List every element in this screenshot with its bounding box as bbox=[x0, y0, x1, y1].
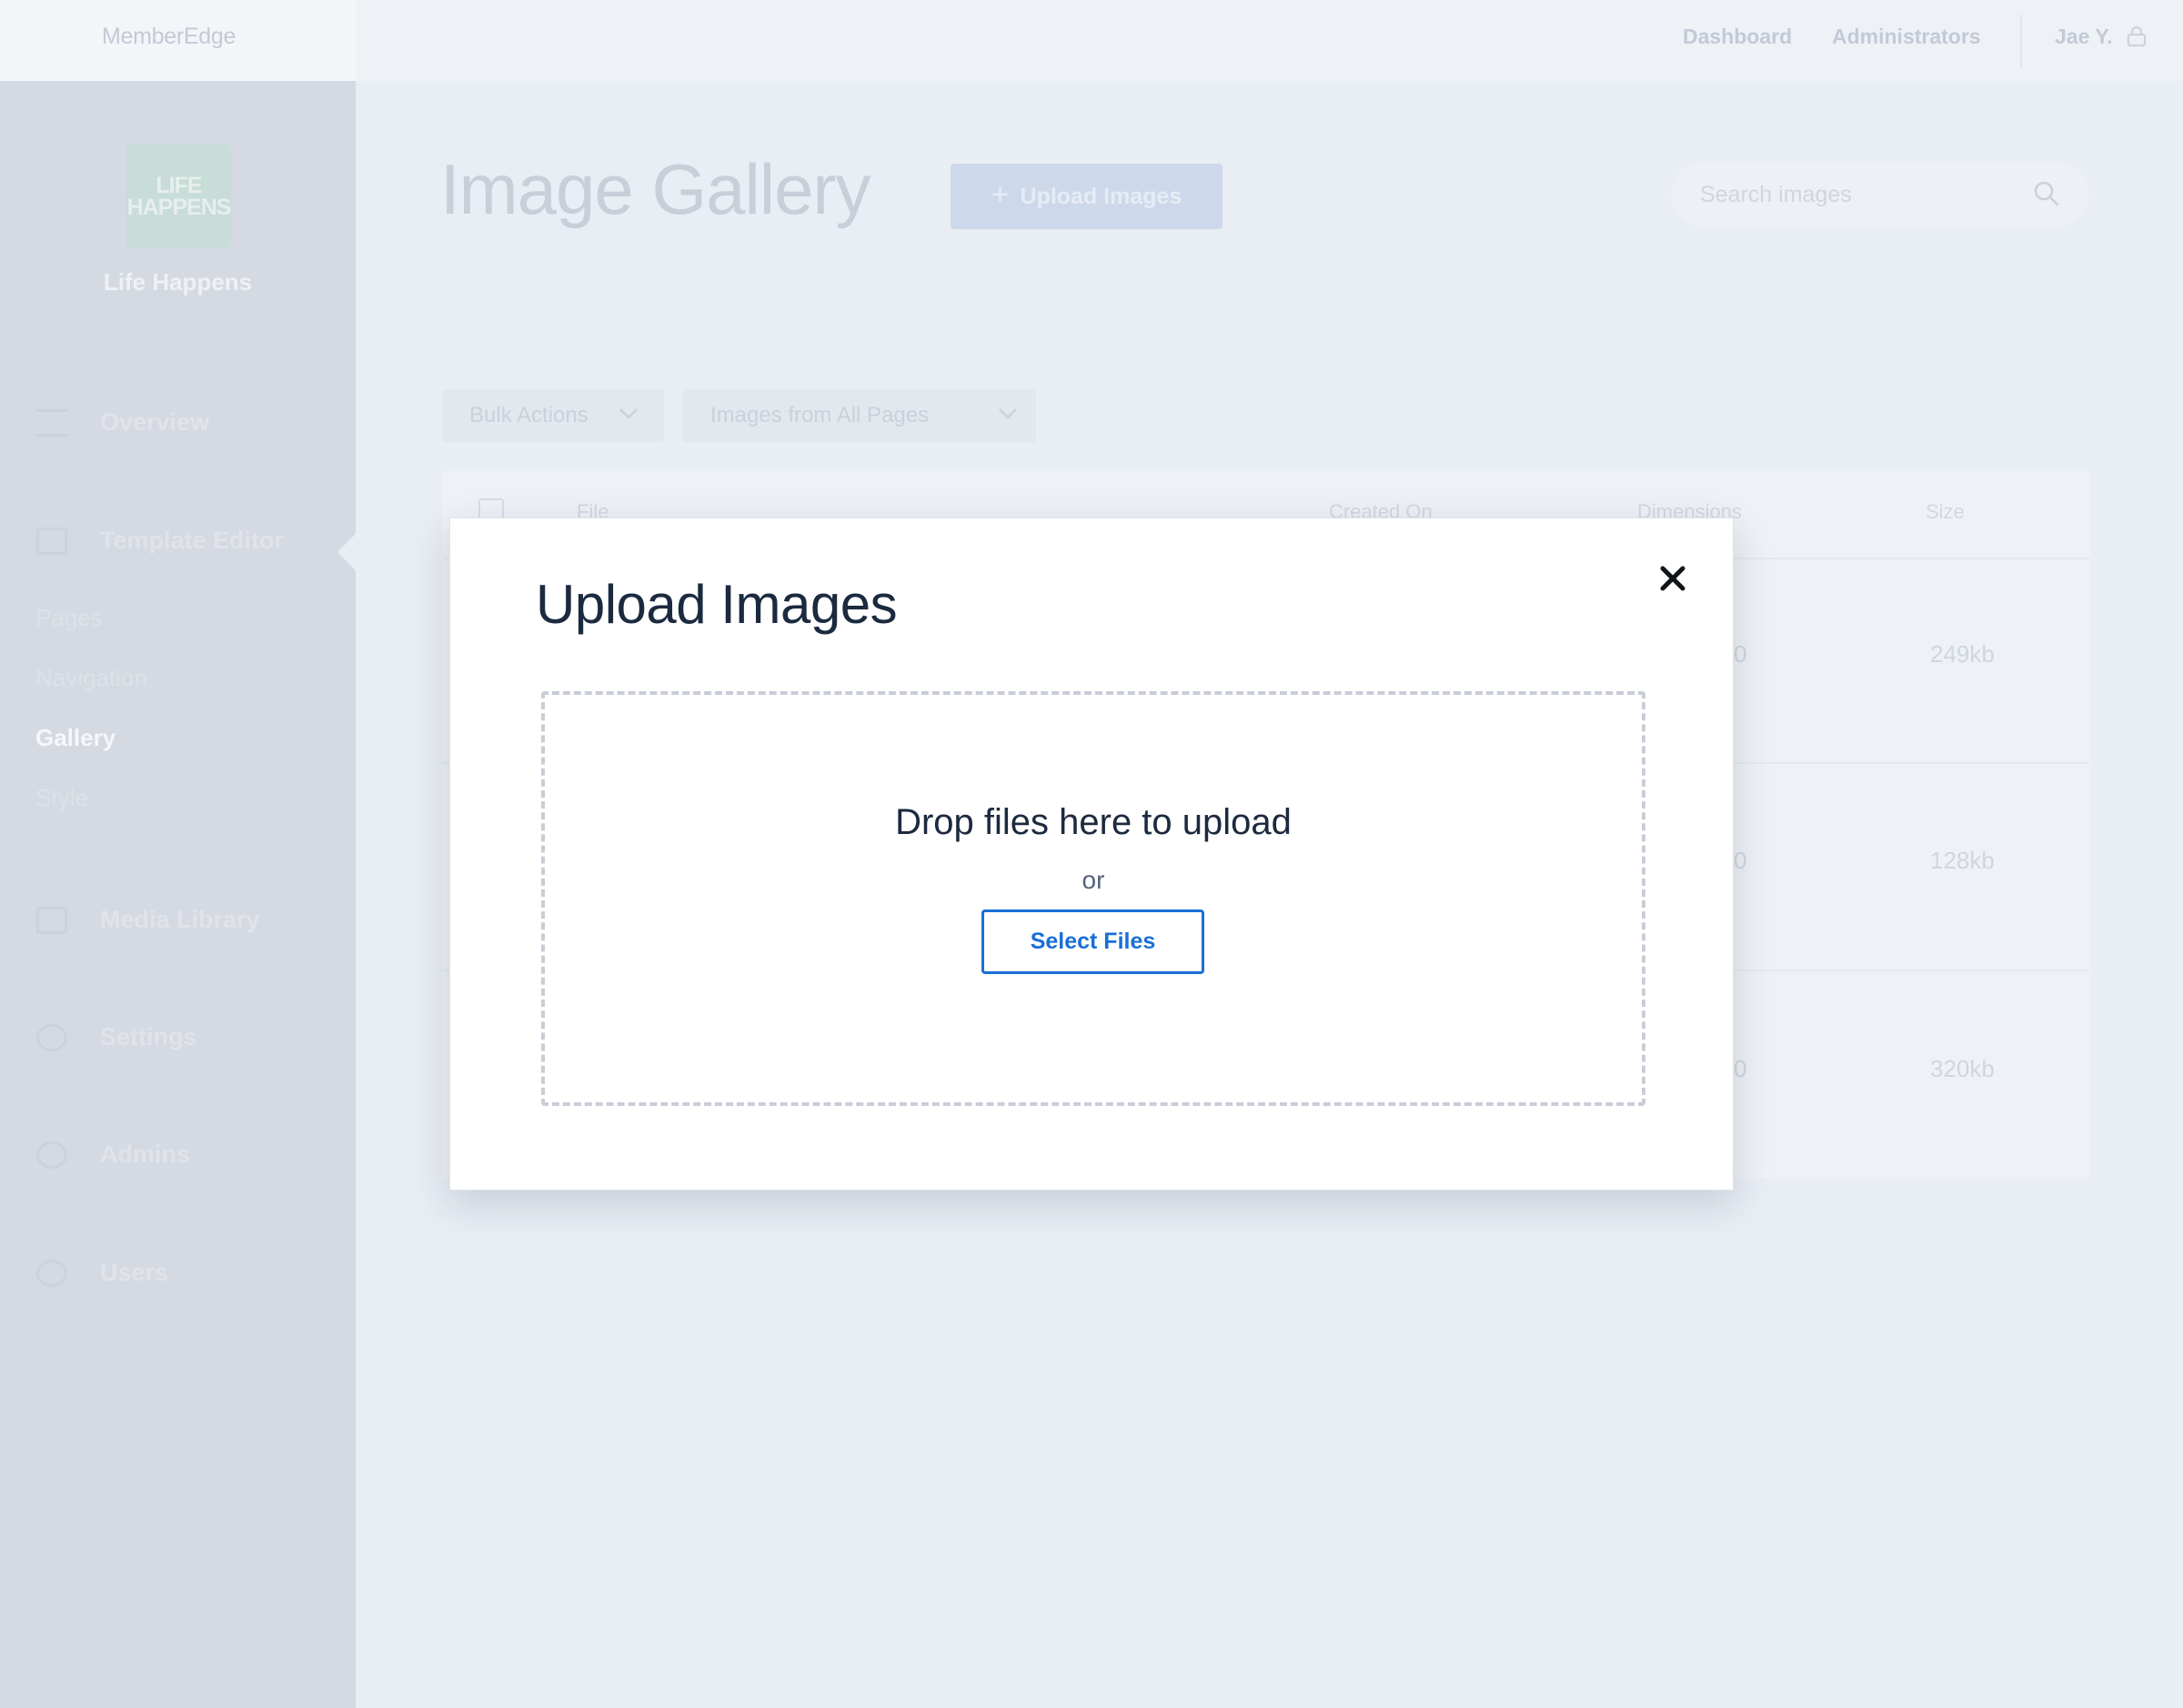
settings-icon bbox=[36, 1024, 67, 1051]
column-header-size[interactable]: Size bbox=[1926, 500, 1965, 524]
top-bar: MemberEdge Dashboard Administrators Jae … bbox=[0, 0, 2183, 81]
topnav-divider bbox=[2020, 15, 2022, 67]
bulk-actions-label: Bulk Actions bbox=[469, 403, 589, 427]
sidebar-item-label: Users bbox=[100, 1259, 169, 1286]
search-icon[interactable] bbox=[2033, 180, 2060, 207]
lock-icon[interactable] bbox=[2127, 25, 2147, 47]
sidebar: LIFE HAPPENS Life Happens Overview Templa… bbox=[0, 81, 356, 1708]
sidebar-subitem-navigation[interactable]: Navigation bbox=[35, 664, 147, 692]
row-size: 249kb bbox=[1930, 640, 1995, 668]
org-logo: LIFE HAPPENS bbox=[126, 145, 231, 247]
template-icon bbox=[36, 527, 67, 555]
chevron-down-icon bbox=[619, 408, 638, 419]
upload-images-button[interactable]: + Upload Images bbox=[951, 164, 1222, 229]
bulk-actions-dropdown[interactable]: Bulk Actions bbox=[442, 389, 664, 442]
search-box[interactable] bbox=[1671, 162, 2089, 227]
media-icon bbox=[36, 907, 67, 934]
sidebar-item-label: Settings bbox=[100, 1023, 197, 1050]
admins-icon bbox=[36, 1141, 67, 1169]
modal-title: Upload Images bbox=[536, 574, 898, 635]
overview-icon bbox=[36, 409, 67, 437]
close-button[interactable] bbox=[1655, 560, 1691, 597]
upload-images-modal: Upload Images Drop files here to upload … bbox=[449, 517, 1734, 1191]
sidebar-item-label: Admins bbox=[100, 1140, 191, 1168]
page-filter-label: Images from All Pages bbox=[710, 403, 930, 427]
sidebar-item-label: Template Editor bbox=[100, 527, 285, 554]
row-dimensions: 0 bbox=[1734, 847, 1747, 874]
or-separator: or bbox=[1081, 866, 1105, 894]
user-name[interactable]: Jae Y. bbox=[2055, 25, 2113, 49]
sidebar-subitem-gallery[interactable]: Gallery bbox=[35, 724, 116, 752]
sidebar-subitem-style[interactable]: Style bbox=[35, 784, 88, 812]
topnav-administrators-link[interactable]: Administrators bbox=[1832, 25, 1981, 49]
chevron-down-icon bbox=[999, 408, 1017, 419]
sidebar-item-label: Media Library bbox=[100, 906, 260, 933]
search-input[interactable] bbox=[1700, 178, 2027, 211]
brand-cell: MemberEdge bbox=[0, 0, 356, 81]
upload-images-label: Upload Images bbox=[1020, 183, 1182, 209]
close-icon bbox=[1660, 566, 1685, 591]
logo-text: LIFE HAPPENS bbox=[126, 172, 232, 220]
page-title: Image Gallery bbox=[440, 149, 871, 229]
plus-icon: + bbox=[991, 176, 1010, 212]
org-name: Life Happens bbox=[103, 268, 253, 296]
sidebar-subitem-pages[interactable]: Pages bbox=[35, 604, 103, 632]
brand-name[interactable]: MemberEdge bbox=[102, 24, 236, 50]
users-icon bbox=[36, 1260, 67, 1287]
row-dimensions: 0 bbox=[1734, 640, 1747, 668]
row-dimensions: 0 bbox=[1734, 1055, 1747, 1082]
select-files-button[interactable]: Select Files bbox=[981, 909, 1204, 974]
drop-instructions: Drop files here to upload bbox=[895, 802, 1292, 842]
row-size: 320kb bbox=[1930, 1055, 1995, 1082]
sidebar-item-label: Overview bbox=[100, 408, 210, 436]
file-dropzone[interactable]: Drop files here to upload or Select File… bbox=[541, 691, 1645, 1106]
page-filter-dropdown[interactable]: Images from All Pages bbox=[683, 389, 1036, 442]
active-nav-pointer bbox=[337, 534, 356, 570]
topnav-dashboard-link[interactable]: Dashboard bbox=[1683, 25, 1792, 49]
row-size: 128kb bbox=[1930, 847, 1995, 874]
